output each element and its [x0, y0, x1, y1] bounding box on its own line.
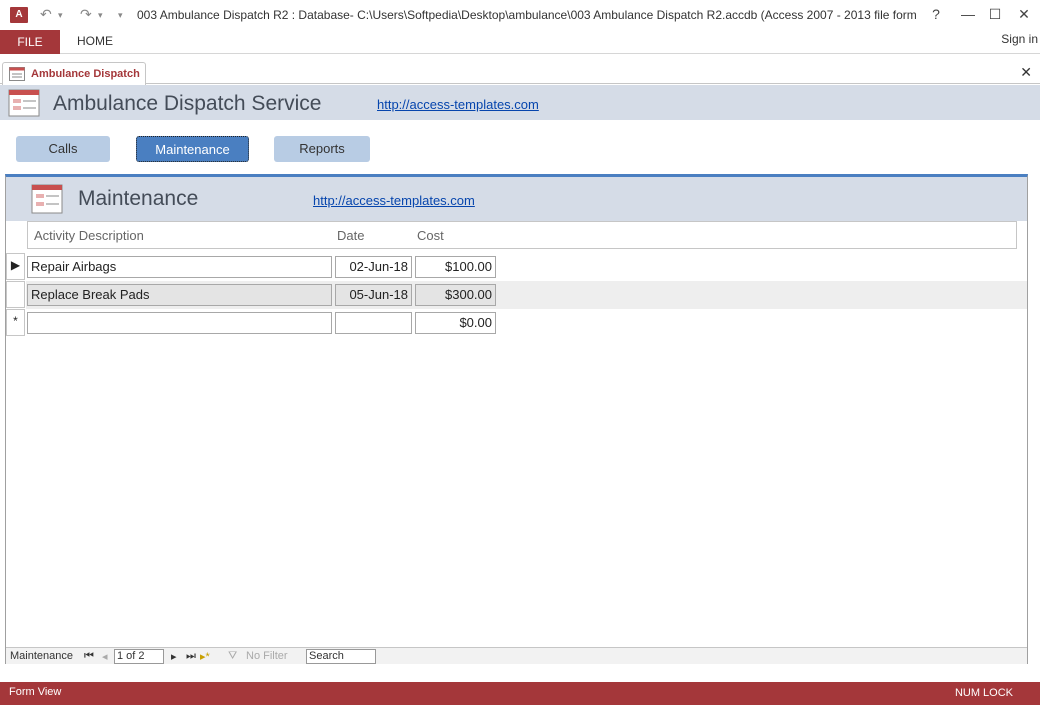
table-row: Repair Airbags 02-Jun-18 $100.00 [26, 253, 1027, 281]
last-record-icon[interactable]: ⏭ [186, 650, 196, 663]
num-lock-status: NUM LOCK [954, 687, 1013, 699]
customize-toolbar-icon[interactable]: ▾ [118, 10, 123, 21]
view-status: Form View [9, 686, 62, 698]
redo-dropdown-icon[interactable]: ▾ [98, 10, 103, 21]
tab-file[interactable]: FILE [0, 30, 60, 54]
new-record-icon[interactable]: ▸* [200, 650, 210, 663]
maximize-button[interactable]: ☐ [983, 4, 1007, 24]
date-field[interactable]: 02-Jun-18 [335, 256, 412, 278]
undo-dropdown-icon[interactable]: ▾ [58, 10, 63, 21]
tab-home[interactable]: HOME [77, 34, 113, 48]
record-selector[interactable]: ▶ [6, 253, 25, 280]
maintenance-subform: Maintenance http://access-templates.com … [5, 174, 1028, 664]
previous-record-icon[interactable]: ◂ [102, 650, 108, 663]
column-cost: Cost [417, 228, 444, 243]
date-field[interactable] [335, 312, 412, 334]
new-record-selector[interactable]: * [6, 309, 25, 336]
date-field[interactable]: 05-Jun-18 [335, 284, 412, 306]
form-footer [0, 664, 1040, 682]
search-input[interactable]: Search [306, 649, 376, 664]
cost-field[interactable]: $0.00 [415, 312, 496, 334]
first-record-icon[interactable]: ⏮ [84, 650, 94, 663]
window-title: 003 Ambulance Dispatch R2 : Database- C:… [137, 8, 917, 22]
sign-in-link[interactable]: Sign in [1001, 32, 1038, 46]
calls-button[interactable]: Calls [16, 136, 110, 162]
table-row: Replace Break Pads 05-Jun-18 $300.00 [26, 281, 1027, 309]
templates-link[interactable]: http://access-templates.com [313, 193, 475, 208]
subform-header: Maintenance http://access-templates.com [6, 177, 1027, 221]
maintenance-button[interactable]: Maintenance [136, 136, 249, 162]
subform-title: Maintenance [78, 187, 199, 210]
close-button[interactable]: ✕ [1012, 4, 1036, 24]
cost-field[interactable]: $300.00 [415, 284, 496, 306]
close-document-icon[interactable]: ✕ [1020, 64, 1032, 81]
column-activity: Activity Description [34, 228, 144, 243]
activity-field[interactable]: Repair Airbags [27, 256, 332, 278]
no-filter-label[interactable]: No Filter [246, 650, 288, 662]
form-header: Ambulance Dispatch Service http://access… [0, 85, 1040, 120]
document-tab-label: Ambulance Dispatch [31, 68, 140, 80]
filter-icon[interactable]: ⛛ [228, 650, 237, 663]
redo-icon[interactable]: ↷ [80, 6, 92, 23]
form-icon [9, 67, 25, 81]
current-record-field[interactable]: 1 of 2 [114, 649, 164, 664]
document-tab-strip: Ambulance Dispatch ✕ [0, 60, 1040, 85]
ribbon-tabs: FILE HOME Sign in [0, 30, 1040, 54]
column-date: Date [337, 228, 365, 243]
title-bar: A ↶ ▾ ↷ ▾ ▾ 003 Ambulance Dispatch R2 : … [0, 0, 1040, 30]
minimize-button[interactable]: — [956, 4, 980, 24]
reports-button[interactable]: Reports [274, 136, 370, 162]
next-record-icon[interactable]: ▸ [171, 650, 177, 663]
undo-icon[interactable]: ↶ [40, 6, 52, 23]
cost-field[interactable]: $100.00 [415, 256, 496, 278]
status-bar: Form View NUM LOCK [0, 682, 1040, 705]
form-icon [8, 89, 40, 117]
help-button[interactable]: ? [924, 4, 948, 24]
table-row: $0.00 [26, 309, 1027, 337]
access-icon[interactable]: A [10, 7, 28, 23]
templates-link[interactable]: http://access-templates.com [377, 97, 539, 112]
record-navigation-bar: Maintenance ⏮ ◂ 1 of 2 ▸ ⏭ ▸* ⛛ No Filte… [6, 647, 1027, 664]
column-header: Activity Description Date Cost [27, 221, 1017, 249]
document-tab[interactable]: Ambulance Dispatch [2, 62, 146, 85]
activity-field[interactable]: Replace Break Pads [27, 284, 332, 306]
form-icon [31, 184, 63, 214]
activity-field[interactable] [27, 312, 332, 334]
page-title: Ambulance Dispatch Service [53, 92, 322, 115]
record-nav-label: Maintenance [10, 650, 73, 662]
record-selector[interactable] [6, 281, 25, 308]
